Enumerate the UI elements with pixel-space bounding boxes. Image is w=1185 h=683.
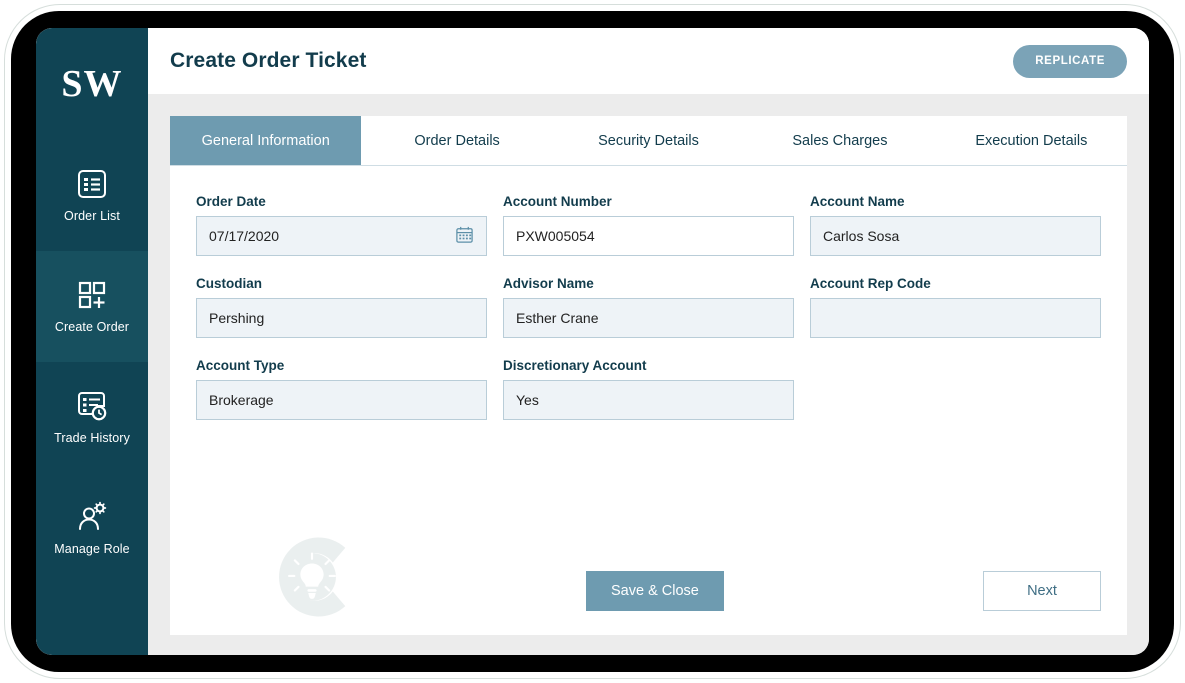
top-bar: Create Order Ticket REPLICATE — [148, 28, 1149, 94]
sidebar-item-label: Order List — [64, 209, 120, 223]
field-label: Advisor Name — [503, 276, 594, 291]
field-value: Pershing — [209, 310, 265, 326]
tab-order-details[interactable]: Order Details — [361, 116, 553, 165]
field-discretionary-account: Discretionary Account Yes — [503, 358, 794, 420]
field-account-rep-code: Account Rep Code — [810, 276, 1101, 338]
tab-sales-charges[interactable]: Sales Charges — [744, 116, 936, 165]
page-title: Create Order Ticket — [170, 49, 367, 72]
next-button[interactable]: Next — [983, 571, 1101, 611]
field-value: PXW005054 — [516, 228, 595, 244]
main-area: Create Order Ticket REPLICATE General In… — [148, 28, 1149, 655]
sidebar-item-manage-role[interactable]: Manage Role — [36, 473, 148, 584]
field-order-date: Order Date 07/17/2020 — [196, 194, 487, 256]
sidebar-item-trade-history[interactable]: Trade History — [36, 362, 148, 473]
field-custodian: Custodian Pershing — [196, 276, 487, 338]
replicate-button[interactable]: REPLICATE — [1013, 44, 1127, 78]
list-icon — [76, 168, 108, 200]
form-row: Order Date 07/17/2020 Account Number PXW… — [196, 194, 1101, 256]
general-information-form: Order Date 07/17/2020 Account Number PXW… — [170, 166, 1127, 635]
account-number-input[interactable]: PXW005054 — [503, 216, 794, 256]
grid-plus-icon — [76, 279, 108, 311]
sidebar-item-label: Create Order — [54, 320, 130, 334]
field-label: Order Date — [196, 194, 266, 209]
app-screen: SW Order List Create Order Trade History… — [36, 28, 1149, 655]
field-label: Account Number — [503, 194, 612, 209]
app-logo: SW — [36, 28, 148, 140]
field-advisor-name: Advisor Name Esther Crane — [503, 276, 794, 338]
custodian-input[interactable]: Pershing — [196, 298, 487, 338]
account-rep-code-input[interactable] — [810, 298, 1101, 338]
sidebar-item-order-list[interactable]: Order List — [36, 140, 148, 251]
field-value: Brokerage — [209, 392, 274, 408]
advisor-name-input[interactable]: Esther Crane — [503, 298, 794, 338]
sidebar-item-create-order[interactable]: Create Order — [36, 251, 148, 362]
tab-execution-details[interactable]: Execution Details — [935, 116, 1127, 165]
field-label: Discretionary Account — [503, 358, 647, 373]
tab-general-information[interactable]: General Information — [170, 116, 362, 165]
account-type-input[interactable]: Brokerage — [196, 380, 487, 420]
field-label: Custodian — [196, 276, 262, 291]
field-value: Esther Crane — [516, 310, 599, 326]
account-name-input[interactable]: Carlos Sosa — [810, 216, 1101, 256]
order-date-input[interactable]: 07/17/2020 — [196, 216, 487, 256]
discretionary-account-input[interactable]: Yes — [503, 380, 794, 420]
sidebar-item-label: Manage Role — [54, 542, 130, 556]
field-account-name: Account Name Carlos Sosa — [810, 194, 1101, 256]
sidebar-item-label: Trade History — [54, 431, 130, 445]
sidebar: SW Order List Create Order Trade History… — [36, 28, 148, 655]
field-label: Account Rep Code — [810, 276, 931, 291]
field-label: Account Name — [810, 194, 905, 209]
field-value: Yes — [516, 392, 539, 408]
field-label: Account Type — [196, 358, 285, 373]
list-clock-icon — [76, 390, 108, 422]
logo-text: SW — [61, 63, 123, 105]
field-account-number: Account Number PXW005054 — [503, 194, 794, 256]
form-card: General Information Order Details Securi… — [170, 116, 1127, 635]
form-row: Account Type Brokerage Discretionary Acc… — [196, 358, 1101, 420]
calendar-icon[interactable] — [455, 225, 474, 247]
field-value: Carlos Sosa — [823, 228, 900, 244]
form-footer: Save & Close Next — [170, 571, 1127, 611]
user-gear-icon — [76, 501, 108, 533]
tab-bar: General Information Order Details Securi… — [170, 116, 1127, 166]
form-row: Custodian Pershing Advisor Name Esther C… — [196, 276, 1101, 338]
content-wrapper: General Information Order Details Securi… — [148, 94, 1149, 655]
field-value: 07/17/2020 — [209, 228, 280, 244]
field-account-type: Account Type Brokerage — [196, 358, 487, 420]
save-and-close-button[interactable]: Save & Close — [586, 571, 724, 611]
tab-security-details[interactable]: Security Details — [552, 116, 745, 165]
